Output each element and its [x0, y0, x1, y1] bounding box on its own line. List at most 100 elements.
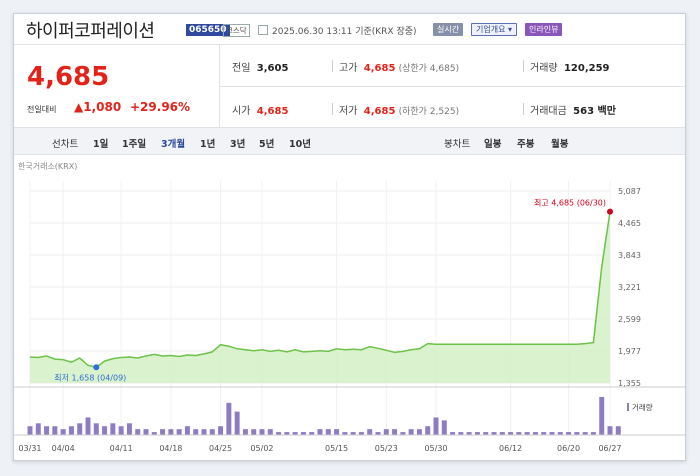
- volume-bar: [433, 417, 439, 435]
- price-box: 4,685 전일대비 ▲1,080 +29.96%: [14, 45, 220, 127]
- volume-bar: [267, 429, 273, 435]
- volume-bar: [408, 429, 414, 435]
- x-tick-label: 05/15: [325, 444, 348, 453]
- volume-bar: [168, 429, 174, 435]
- stock-header: 하이퍼코퍼레이션 065650 코스닥 2025.06.30 13:11 기준(…: [14, 14, 685, 45]
- volume-bar: [27, 426, 33, 435]
- y-tick-label: 3,843: [618, 251, 641, 260]
- price-line: [29, 211, 611, 369]
- volume-bar: [425, 426, 431, 435]
- volume-bar: [441, 420, 447, 435]
- volume-bar: [102, 426, 108, 435]
- volume-bar: [218, 426, 224, 435]
- volume-bar: [325, 429, 331, 435]
- low-value: 4,685: [363, 106, 396, 117]
- company-name[interactable]: 하이퍼코퍼레이션: [26, 17, 155, 43]
- company-overview-dropdown[interactable]: 기업개요 ▾: [471, 23, 517, 36]
- volume-legend: 거래량: [632, 403, 653, 412]
- volume-bar: [226, 402, 232, 435]
- volume-bar: [118, 426, 124, 435]
- quote-timestamp: 2025.06.30 13:11 기준(KRX 장중): [272, 27, 417, 37]
- y-tick-label: 4,465: [618, 219, 641, 228]
- low-price: 저가 4,685 (하한가 2,525): [339, 102, 459, 117]
- lower-limit-note: (하한가 2,525): [398, 107, 460, 117]
- source-label: 한국거래소(KRX): [18, 162, 77, 171]
- period-1d[interactable]: 1일: [93, 136, 108, 150]
- calendar-icon: [258, 25, 268, 35]
- volume-bar: [251, 429, 257, 435]
- candle-monthly[interactable]: 월봉: [551, 136, 568, 150]
- volume-bar: [334, 429, 340, 435]
- volume-bar: [259, 429, 265, 435]
- x-tick-label: 03/31: [18, 444, 41, 453]
- period-1y[interactable]: 1년: [200, 136, 215, 150]
- volume: 거래량 120,259: [530, 59, 610, 74]
- volume-bar: [201, 429, 207, 435]
- inline-view-button[interactable]: 인라인뷰: [525, 23, 563, 36]
- volume-bar: [68, 426, 74, 435]
- volume-bar: [234, 411, 240, 435]
- period-1w[interactable]: 1주일: [122, 136, 146, 150]
- volume-bar: [209, 429, 215, 435]
- volume-bar: [135, 429, 141, 435]
- change-label: 전일대비: [27, 105, 57, 114]
- open-price: 시가 4,685: [232, 102, 288, 117]
- x-tick-label: 06/12: [499, 444, 522, 453]
- candle-weekly[interactable]: 주봉: [517, 136, 534, 150]
- volume-bar: [416, 429, 422, 435]
- high-value: 4,685: [363, 63, 396, 74]
- quote-row-divider: [219, 86, 685, 87]
- x-tick-label: 04/11: [110, 444, 133, 453]
- volume-bar: [160, 429, 166, 435]
- price-chart[interactable]: 한국거래소(KRX) 5,087 4,465 3,843 3,221 2,599 1,977…: [14, 155, 685, 459]
- min-point: [93, 364, 100, 371]
- high-price: 고가 4,685 (상한가 4,685): [339, 59, 459, 74]
- volume-bar: [77, 423, 83, 435]
- x-tick-label: 05/23: [375, 444, 398, 453]
- y-tick-label: 1,977: [618, 347, 641, 356]
- trading-amount: 거래대금 563 백만: [530, 102, 616, 117]
- volume-bar: [60, 429, 66, 435]
- divider: [523, 103, 524, 115]
- market-badge: 코스닥: [223, 24, 250, 37]
- volume-bar: [193, 429, 199, 435]
- volume-bar: [143, 429, 149, 435]
- price-change: ▲1,080: [74, 100, 122, 114]
- current-price: 4,685: [27, 62, 110, 92]
- candle-daily[interactable]: 일봉: [484, 136, 501, 150]
- volume-bar: [52, 426, 58, 435]
- open-value: 4,685: [256, 106, 289, 117]
- realtime-button[interactable]: 실시간: [433, 23, 464, 36]
- volume-bar: [110, 423, 116, 435]
- open-label: 시가: [232, 106, 251, 117]
- line-chart-label: 선차트: [52, 139, 79, 150]
- amount-value: 563 백만: [573, 106, 616, 117]
- volume-legend-swatch: [627, 403, 629, 411]
- x-tick-label: 04/25: [209, 444, 232, 453]
- stock-widget: 하이퍼코퍼레이션 065650 코스닥 2025.06.30 13:11 기준(…: [13, 13, 686, 461]
- quote-panel: 4,685 전일대비 ▲1,080 +29.96% 전일 3,605 고가 4,…: [14, 45, 685, 128]
- volume-bar: [383, 429, 389, 435]
- min-annotation: 최저 1,658 (04/09): [54, 372, 126, 382]
- x-tick-label: 04/04: [52, 444, 75, 453]
- price-change-percent: +29.96%: [130, 100, 191, 114]
- volume-bar: [93, 423, 99, 435]
- divider: [332, 103, 333, 115]
- volume-bar: [242, 429, 248, 435]
- low-label: 저가: [339, 106, 358, 117]
- x-tick-label: 05/02: [250, 444, 273, 453]
- period-10y[interactable]: 10년: [289, 136, 311, 150]
- period-5y[interactable]: 5년: [259, 136, 274, 150]
- divider: [523, 60, 524, 72]
- upper-limit-note: (상한가 4,685): [398, 64, 460, 74]
- volume-label: 거래량: [530, 63, 558, 74]
- period-3y[interactable]: 3년: [230, 136, 245, 150]
- x-tick-label: 04/18: [159, 444, 182, 453]
- prev-close-label: 전일: [232, 63, 251, 74]
- x-tick-label: 06/20: [557, 444, 580, 453]
- period-3m[interactable]: 3개월: [161, 136, 185, 150]
- max-annotation: 최고 4,685 (06/30): [534, 198, 606, 208]
- x-tick-label: 06/27: [598, 444, 621, 453]
- y-tick-label: 3,221: [618, 283, 641, 292]
- x-tick-label: 05/30: [424, 444, 447, 453]
